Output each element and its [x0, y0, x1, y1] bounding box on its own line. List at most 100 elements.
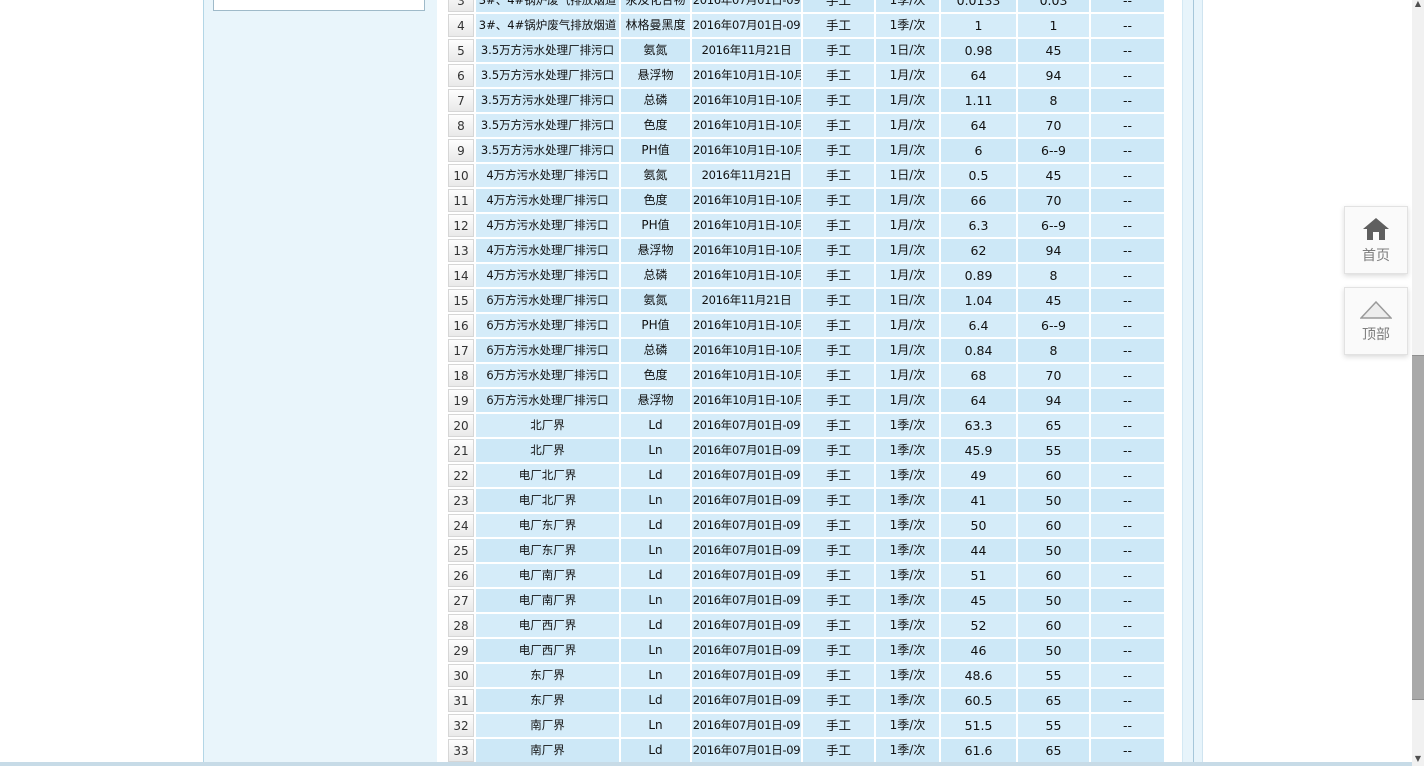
- monitoring-frequency: 1季/次: [876, 14, 939, 37]
- monitoring-point: 东厂界: [476, 664, 619, 687]
- monitoring-point: 南厂界: [476, 739, 619, 762]
- remark: --: [1091, 164, 1164, 187]
- standard-limit: 94: [1018, 239, 1089, 262]
- monitoring-method: 手工: [803, 589, 874, 612]
- standard-limit: 50: [1018, 639, 1089, 662]
- remark: --: [1091, 314, 1164, 337]
- monitoring-point: 电厂南厂界: [476, 564, 619, 587]
- row-number: 13: [448, 239, 474, 262]
- monitoring-date: 2016年11月21日: [692, 164, 801, 187]
- back-to-top-label: 顶部: [1362, 328, 1390, 342]
- table-row: 124万方污水处理厂排污口PH值2016年10月1日-10月手工1月/次6.36…: [448, 214, 1164, 237]
- pollutant-item: 氨氮: [621, 164, 690, 187]
- standard-limit: 65: [1018, 414, 1089, 437]
- monitoring-point: 3.5万方污水处理厂排污口: [476, 89, 619, 112]
- monitoring-value: 0.89: [941, 264, 1016, 287]
- monitoring-date: 2016年07月01日-09: [692, 589, 801, 612]
- monitoring-point: 6万方污水处理厂排污口: [476, 289, 619, 312]
- pollutant-item: PH值: [621, 214, 690, 237]
- remark: --: [1091, 589, 1164, 612]
- monitoring-value: 51: [941, 564, 1016, 587]
- table-row: 33#、4#锅炉废气排放烟道汞及化合物2016年07月01日-09手工1季/次0…: [448, 0, 1164, 12]
- row-number: 19: [448, 389, 474, 412]
- monitoring-frequency: 1季/次: [876, 539, 939, 562]
- monitoring-method: 手工: [803, 664, 874, 687]
- monitoring-point: 3#、4#锅炉废气排放烟道: [476, 14, 619, 37]
- monitoring-method: 手工: [803, 114, 874, 137]
- remark: --: [1091, 439, 1164, 462]
- monitoring-method: 手工: [803, 64, 874, 87]
- monitoring-date: 2016年07月01日-09: [692, 739, 801, 762]
- pollutant-item: Ld: [621, 739, 690, 762]
- standard-limit: 1: [1018, 14, 1089, 37]
- monitoring-value: 44: [941, 539, 1016, 562]
- remark: --: [1091, 514, 1164, 537]
- monitoring-frequency: 1日/次: [876, 39, 939, 62]
- remark: --: [1091, 739, 1164, 762]
- scroll-down-arrow-icon[interactable]: ▼: [1412, 754, 1424, 764]
- remark: --: [1091, 239, 1164, 262]
- remark: --: [1091, 639, 1164, 662]
- scrollbar-thumb[interactable]: [1412, 355, 1424, 700]
- remark: --: [1091, 89, 1164, 112]
- row-number: 24: [448, 514, 474, 537]
- monitoring-point: 4万方污水处理厂排污口: [476, 264, 619, 287]
- monitoring-point: 电厂南厂界: [476, 589, 619, 612]
- monitoring-value: 68: [941, 364, 1016, 387]
- monitoring-frequency: 1季/次: [876, 714, 939, 737]
- remark: --: [1091, 539, 1164, 562]
- monitoring-point: 3#、4#锅炉废气排放烟道: [476, 0, 619, 12]
- monitoring-date: 2016年10月1日-10月: [692, 139, 801, 162]
- vertical-scrollbar[interactable]: ▲ ▼: [1412, 0, 1424, 766]
- row-number: 21: [448, 439, 474, 462]
- standard-limit: 60: [1018, 464, 1089, 487]
- monitoring-date: 2016年10月1日-10月: [692, 64, 801, 87]
- row-number: 5: [448, 39, 474, 62]
- monitoring-method: 手工: [803, 339, 874, 362]
- pollutant-item: 林格曼黑度: [621, 14, 690, 37]
- table-row: 24电厂东厂界Ld2016年07月01日-09手工1季/次5060--: [448, 514, 1164, 537]
- monitoring-method: 手工: [803, 164, 874, 187]
- row-number: 8: [448, 114, 474, 137]
- table-row: 144万方污水处理厂排污口总磷2016年10月1日-10月手工1月/次0.898…: [448, 264, 1164, 287]
- row-number: 32: [448, 714, 474, 737]
- row-number: 23: [448, 489, 474, 512]
- pollutant-item: Ln: [621, 664, 690, 687]
- scroll-up-arrow-icon[interactable]: ▲: [1412, 0, 1424, 9]
- pollutant-item: Ln: [621, 589, 690, 612]
- table-row: 166万方污水处理厂排污口PH值2016年10月1日-10月手工1月/次6.46…: [448, 314, 1164, 337]
- standard-limit: 6--9: [1018, 214, 1089, 237]
- monitoring-method: 手工: [803, 514, 874, 537]
- table-row: 156万方污水处理厂排污口氨氮2016年11月21日手工1日/次1.0445--: [448, 289, 1164, 312]
- monitoring-date: 2016年10月1日-10月: [692, 389, 801, 412]
- back-to-top-button[interactable]: 顶部: [1344, 287, 1408, 355]
- row-number: 3: [448, 0, 474, 12]
- standard-limit: 45: [1018, 164, 1089, 187]
- pollutant-item: Ln: [621, 714, 690, 737]
- remark: --: [1091, 0, 1164, 12]
- row-number: 33: [448, 739, 474, 762]
- monitoring-method: 手工: [803, 614, 874, 637]
- monitoring-method: 手工: [803, 539, 874, 562]
- pollutant-item: Ld: [621, 514, 690, 537]
- monitoring-frequency: 1月/次: [876, 89, 939, 112]
- monitoring-method: 手工: [803, 564, 874, 587]
- standard-limit: 45: [1018, 289, 1089, 312]
- bottom-edge-strip: [0, 762, 1412, 766]
- monitoring-frequency: 1季/次: [876, 464, 939, 487]
- monitoring-point: 4万方污水处理厂排污口: [476, 189, 619, 212]
- monitoring-point: 6万方污水处理厂排污口: [476, 314, 619, 337]
- pollutant-item: Ln: [621, 439, 690, 462]
- row-number: 9: [448, 139, 474, 162]
- pollutant-item: 悬浮物: [621, 239, 690, 262]
- monitoring-value: 64: [941, 389, 1016, 412]
- monitoring-date: 2016年10月1日-10月: [692, 364, 801, 387]
- remark: --: [1091, 289, 1164, 312]
- row-number: 11: [448, 189, 474, 212]
- standard-limit: 60: [1018, 564, 1089, 587]
- monitoring-point: 4万方污水处理厂排污口: [476, 214, 619, 237]
- table-row: 176万方污水处理厂排污口总磷2016年10月1日-10月手工1月/次0.848…: [448, 339, 1164, 362]
- table-row: 114万方污水处理厂排污口色度2016年10月1日-10月手工1月/次6670-…: [448, 189, 1164, 212]
- home-button[interactable]: 首页: [1344, 206, 1408, 274]
- row-number: 25: [448, 539, 474, 562]
